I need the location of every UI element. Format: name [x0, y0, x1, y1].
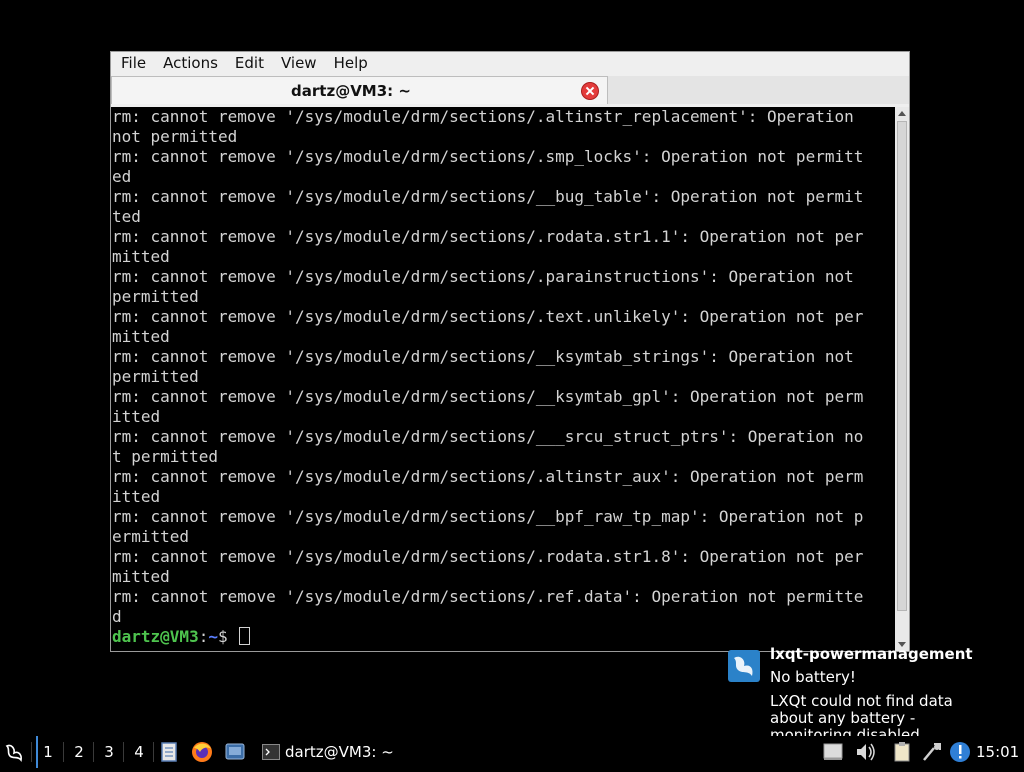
taskbar-panel: 1 2 3 4 dartz@VM3: ~ 15:01	[0, 736, 1024, 768]
terminal-prompt-line[interactable]: dartz@VM3:~$	[111, 627, 895, 647]
terminal-tab[interactable]: dartz@VM3: ~	[111, 76, 608, 104]
workspace-4[interactable]: 4	[128, 736, 150, 768]
power-management-icon	[728, 650, 760, 682]
terminal-line: itted	[112, 487, 161, 506]
terminal-line: permitted	[112, 287, 199, 306]
vertical-scrollbar[interactable]	[895, 107, 909, 651]
taskbar-task-terminal[interactable]: dartz@VM3: ~	[259, 736, 399, 768]
terminal-line: rm: cannot remove '/sys/module/drm/secti…	[112, 227, 864, 246]
terminal-line: not permitted	[112, 127, 238, 146]
terminal-line: mitted	[112, 247, 170, 266]
workspace-3[interactable]: 3	[98, 736, 120, 768]
prompt-path: ~	[208, 627, 218, 646]
terminal-line: ermitted	[112, 527, 190, 546]
task-label: dartz@VM3: ~	[285, 743, 394, 761]
terminal-line: rm: cannot remove '/sys/module/drm/secti…	[112, 587, 864, 606]
prompt-user: dartz@VM3	[112, 627, 199, 646]
terminal-line: rm: cannot remove '/sys/module/drm/secti…	[112, 467, 864, 486]
notification-title: lxqt-powermanagement	[770, 645, 973, 663]
panel-separator	[153, 742, 154, 762]
menu-bar: File Actions Edit View Help	[111, 52, 909, 75]
terminal-line: rm: cannot remove '/sys/module/drm/secti…	[112, 427, 864, 446]
screen-launcher-icon[interactable]	[224, 736, 246, 768]
terminal-line: rm: cannot remove '/sys/module/drm/secti…	[112, 107, 854, 126]
terminal-line: rm: cannot remove '/sys/module/drm/secti…	[112, 187, 864, 206]
clipboard-icon[interactable]	[890, 736, 914, 768]
workspace-1[interactable]: 1	[36, 736, 58, 768]
terminal-line: rm: cannot remove '/sys/module/drm/secti…	[112, 387, 864, 406]
tab-bar: dartz@VM3: ~	[111, 76, 909, 104]
terminal-line: mitted	[112, 327, 170, 346]
panel-separator	[63, 742, 64, 762]
terminal-line: rm: cannot remove '/sys/module/drm/secti…	[112, 507, 864, 526]
notification-body: LXQt could not find data about any batte…	[770, 692, 953, 738]
menu-view[interactable]: View	[271, 52, 324, 75]
terminal-line: mitted	[112, 567, 170, 586]
panel-separator	[93, 742, 94, 762]
notification-popup[interactable]: lxqt-powermanagement No battery! LXQt co…	[726, 645, 996, 737]
terminal-line: permitted	[112, 367, 199, 386]
app-menu-icon[interactable]	[2, 736, 28, 768]
terminal-window: File Actions Edit View Help dartz@VM3: ~…	[110, 51, 910, 652]
scrollbar-thumb[interactable]	[897, 121, 907, 611]
menu-file[interactable]: File	[111, 52, 153, 75]
scroll-up-arrow-icon[interactable]	[898, 111, 906, 116]
terminal-line: rm: cannot remove '/sys/module/drm/secti…	[112, 347, 854, 366]
network-tools-icon[interactable]	[920, 736, 944, 768]
notification-alert-icon[interactable]	[948, 736, 972, 768]
prompt-separator: :	[198, 627, 209, 646]
clock[interactable]: 15:01	[976, 736, 1024, 768]
close-tab-icon[interactable]	[582, 83, 598, 99]
volume-icon[interactable]	[854, 736, 878, 768]
terminal-line: rm: cannot remove '/sys/module/drm/secti…	[112, 307, 864, 326]
menu-actions[interactable]: Actions	[153, 52, 225, 75]
terminal-line: rm: cannot remove '/sys/module/drm/secti…	[112, 267, 854, 286]
terminal-line: ted	[112, 207, 141, 226]
panel-separator	[123, 742, 124, 762]
terminal-line: rm: cannot remove '/sys/module/drm/secti…	[112, 147, 864, 166]
file-manager-launcher-icon[interactable]	[159, 736, 179, 768]
terminal-icon	[262, 744, 280, 760]
text-cursor	[239, 627, 251, 645]
tab-title: dartz@VM3: ~	[291, 82, 411, 100]
workspace-2[interactable]: 2	[68, 736, 90, 768]
panel-separator	[31, 742, 32, 762]
terminal-line: ed	[112, 167, 132, 186]
notification-subtitle: No battery!	[770, 668, 856, 686]
menu-help[interactable]: Help	[324, 52, 375, 75]
menu-edit[interactable]: Edit	[225, 52, 271, 75]
desktop-icon[interactable]	[822, 736, 844, 768]
terminal-line: d	[112, 607, 122, 626]
firefox-launcher-icon[interactable]	[190, 736, 214, 768]
terminal-line: rm: cannot remove '/sys/module/drm/secti…	[112, 547, 864, 566]
terminal-line: t permitted	[112, 447, 218, 466]
terminal-output[interactable]: rm: cannot remove '/sys/module/drm/secti…	[111, 107, 895, 651]
terminal-line: itted	[112, 407, 161, 426]
prompt-symbol: $	[217, 627, 228, 646]
